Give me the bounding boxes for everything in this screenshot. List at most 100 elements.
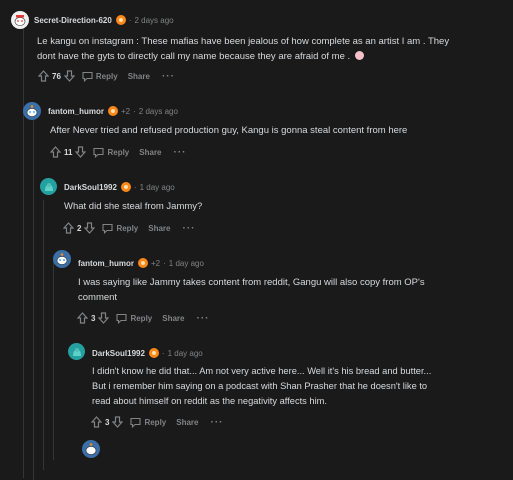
separator: · [128,15,132,25]
comment-author[interactable]: DarkSoul1992 [92,349,145,358]
downvote-icon[interactable] [112,416,124,428]
thread-line[interactable] [43,200,44,470]
reply-button[interactable]: Reply [93,147,129,158]
comment-body-line: comment [78,292,118,303]
comment-body-line: What did she steal from Jammy? [64,201,203,212]
comment-body-line: I didn't know he did that... Am not very… [92,366,432,376]
comment-author[interactable]: fantom_humor [78,259,134,268]
teal-avatar-icon [72,347,81,356]
share-button[interactable]: Share [173,418,198,427]
vote-count: 3 [91,313,96,323]
snoo-avatar-icon [26,105,38,117]
upvote-icon[interactable] [91,416,102,428]
flair-count: +2 [151,258,161,268]
comment-body-line: Le kangu on instagram : These mafias hav… [37,36,450,47]
snoo-avatar-icon [85,443,97,455]
comment-body: After Never tried and refused production… [50,123,407,138]
share-label: Share [176,417,199,427]
share-button[interactable]: Share [136,148,161,157]
thread-line[interactable] [33,120,34,480]
upvote-icon[interactable] [63,222,74,234]
upvote-icon[interactable] [38,70,49,82]
comment-body-line: dont have the gyts to directly call my n… [37,49,449,64]
reply-button[interactable]: Reply [130,417,166,428]
comment-actions: 3 Reply Share ··· [91,416,223,428]
award-badge-icon [138,258,148,268]
thread-line[interactable] [53,260,54,460]
award-badge-icon [115,15,126,25]
downvote-icon[interactable] [63,70,75,82]
reply-icon [82,71,93,82]
comment-body: I was saying like Jammy takes content fr… [78,275,425,305]
snoo-avatar-icon [56,253,68,265]
share-button[interactable]: Share [159,314,184,323]
reply-label: Reply [95,71,118,81]
comment-actions: 3 Reply Share ··· [77,312,209,324]
comment-body: Le kangu on instagram : These mafias hav… [37,34,449,64]
avatar[interactable] [82,440,100,458]
comment-timestamp[interactable]: 2 days ago [134,16,173,25]
separator: · [163,258,166,268]
comment-actions: 11 Reply Share ··· [50,146,187,158]
comment-timestamp[interactable]: 1 day ago [140,183,175,192]
award-badge-icon [120,182,131,192]
separator: · [133,106,136,116]
share-button[interactable]: Share [145,224,170,233]
reply-icon [130,417,142,428]
upvote-icon[interactable] [77,312,88,324]
comment-timestamp[interactable]: 1 day ago [168,349,203,358]
vote-count: 2 [77,223,82,233]
separator: · [161,348,165,358]
share-label: Share [127,71,150,81]
reply-icon [93,147,105,158]
more-options-button[interactable]: ··· [162,71,175,82]
share-label: Share [162,313,185,323]
avatar[interactable] [40,178,57,195]
downvote-icon[interactable] [98,312,110,324]
comment-actions: 2 Reply Share ··· [63,222,195,234]
reply-label: Reply [107,147,130,157]
teal-avatar-icon [44,182,53,191]
vote-count: 3 [105,417,110,427]
share-button[interactable]: Share [125,72,150,81]
more-options-button[interactable]: ··· [182,223,195,234]
comment-body: What did she steal from Jammy? [64,199,202,214]
comment-author[interactable]: Secret-Direction-620 [34,16,112,25]
award-badge-icon [108,106,118,116]
comment-timestamp[interactable]: 1 day ago [169,259,204,268]
comment-body-line: After Never tried and refused production… [50,125,408,136]
emoji-icon [354,51,364,60]
comment-timestamp[interactable]: 2 days ago [139,107,178,116]
vote-count: 76 [52,71,61,81]
reply-button[interactable]: Reply [116,313,152,324]
comment-body-line: I was saying like Jammy takes content fr… [78,277,425,288]
separator: · [133,182,137,192]
avatar[interactable] [11,11,29,29]
comment-author[interactable]: fantom_humor [48,107,104,116]
share-label: Share [139,147,162,157]
flair-count: +2 [121,106,131,116]
reply-icon [116,313,128,324]
snoo-avatar-icon [14,15,26,26]
thread-line[interactable] [23,28,24,478]
reply-label: Reply [130,313,153,323]
more-options-button[interactable]: ··· [210,417,223,428]
comment-body: I didn't know he did that... Am not very… [92,364,431,409]
downvote-icon[interactable] [75,146,87,158]
award-badge-icon [148,348,159,358]
reply-label: Reply [116,223,139,233]
more-options-button[interactable]: ··· [174,147,187,158]
avatar[interactable] [53,250,71,268]
avatar[interactable] [23,102,41,120]
reply-button[interactable]: Reply [82,71,118,82]
avatar[interactable] [68,343,85,360]
vote-count: 11 [64,147,73,157]
downvote-icon[interactable] [84,222,96,234]
more-options-button[interactable]: ··· [196,313,209,324]
comment-author[interactable]: DarkSoul1992 [64,183,117,192]
upvote-icon[interactable] [50,146,61,158]
share-label: Share [148,223,171,233]
reply-button[interactable]: Reply [102,223,138,234]
reply-icon [102,223,114,234]
comment-actions: 76 Reply Share ··· [38,70,175,82]
